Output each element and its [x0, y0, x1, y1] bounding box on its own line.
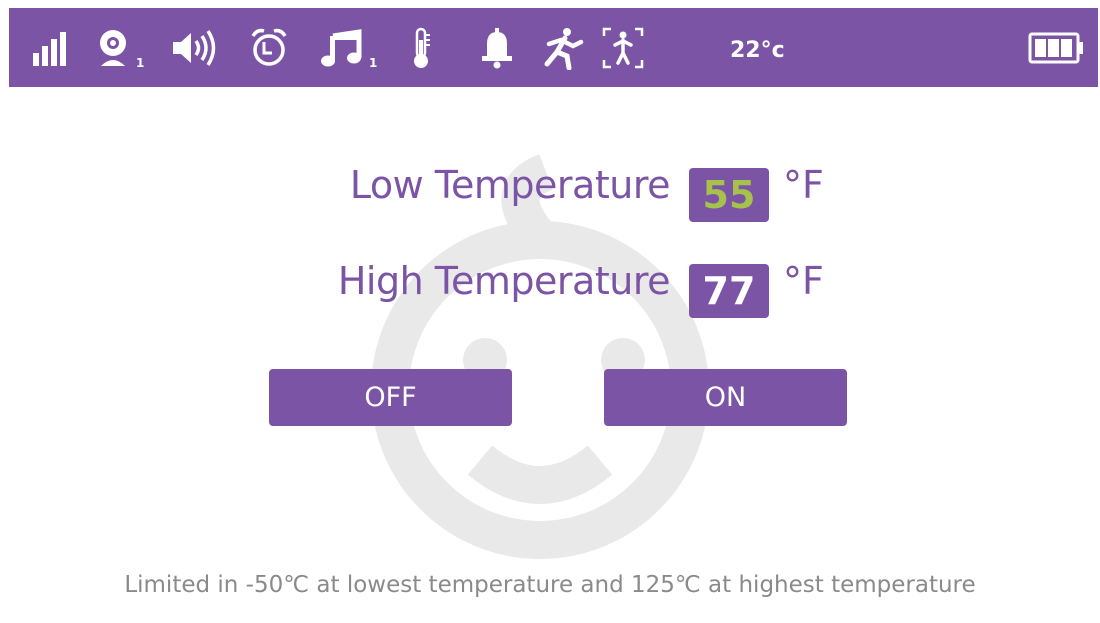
battery-icon — [1028, 32, 1083, 64]
thermometer-icon — [414, 27, 430, 68]
volume-icon — [173, 30, 216, 66]
signal-icon — [33, 32, 66, 66]
current-temperature: 22°c — [730, 38, 785, 63]
temperature-limit-note: Limited in -50℃ at lowest temperature an… — [124, 572, 976, 598]
camera-index: 1 — [136, 56, 145, 70]
low-temperature-unit: °F — [783, 163, 824, 207]
music-icon — [321, 29, 362, 67]
high-temperature-label: High Temperature — [337, 259, 671, 303]
status-bar: 1 1 22°c — [9, 8, 1098, 87]
off-button[interactable]: OFF — [269, 369, 512, 426]
high-temperature-unit: °F — [783, 259, 824, 303]
music-index: 1 — [369, 56, 378, 70]
low-temperature-label: Low Temperature — [349, 163, 671, 207]
low-temperature-row: Low Temperature 55 °F — [0, 163, 1100, 223]
high-temperature-value[interactable]: 77 — [689, 264, 769, 318]
person-frame-icon — [602, 27, 644, 69]
high-temperature-row: High Temperature 77 °F — [0, 259, 1100, 319]
motion-icon — [544, 28, 584, 70]
on-button[interactable]: ON — [604, 369, 847, 426]
bell-icon — [482, 28, 512, 69]
camera-icon — [100, 30, 126, 66]
alarm-clock-icon — [251, 28, 287, 66]
low-temperature-value[interactable]: 55 — [689, 168, 769, 222]
